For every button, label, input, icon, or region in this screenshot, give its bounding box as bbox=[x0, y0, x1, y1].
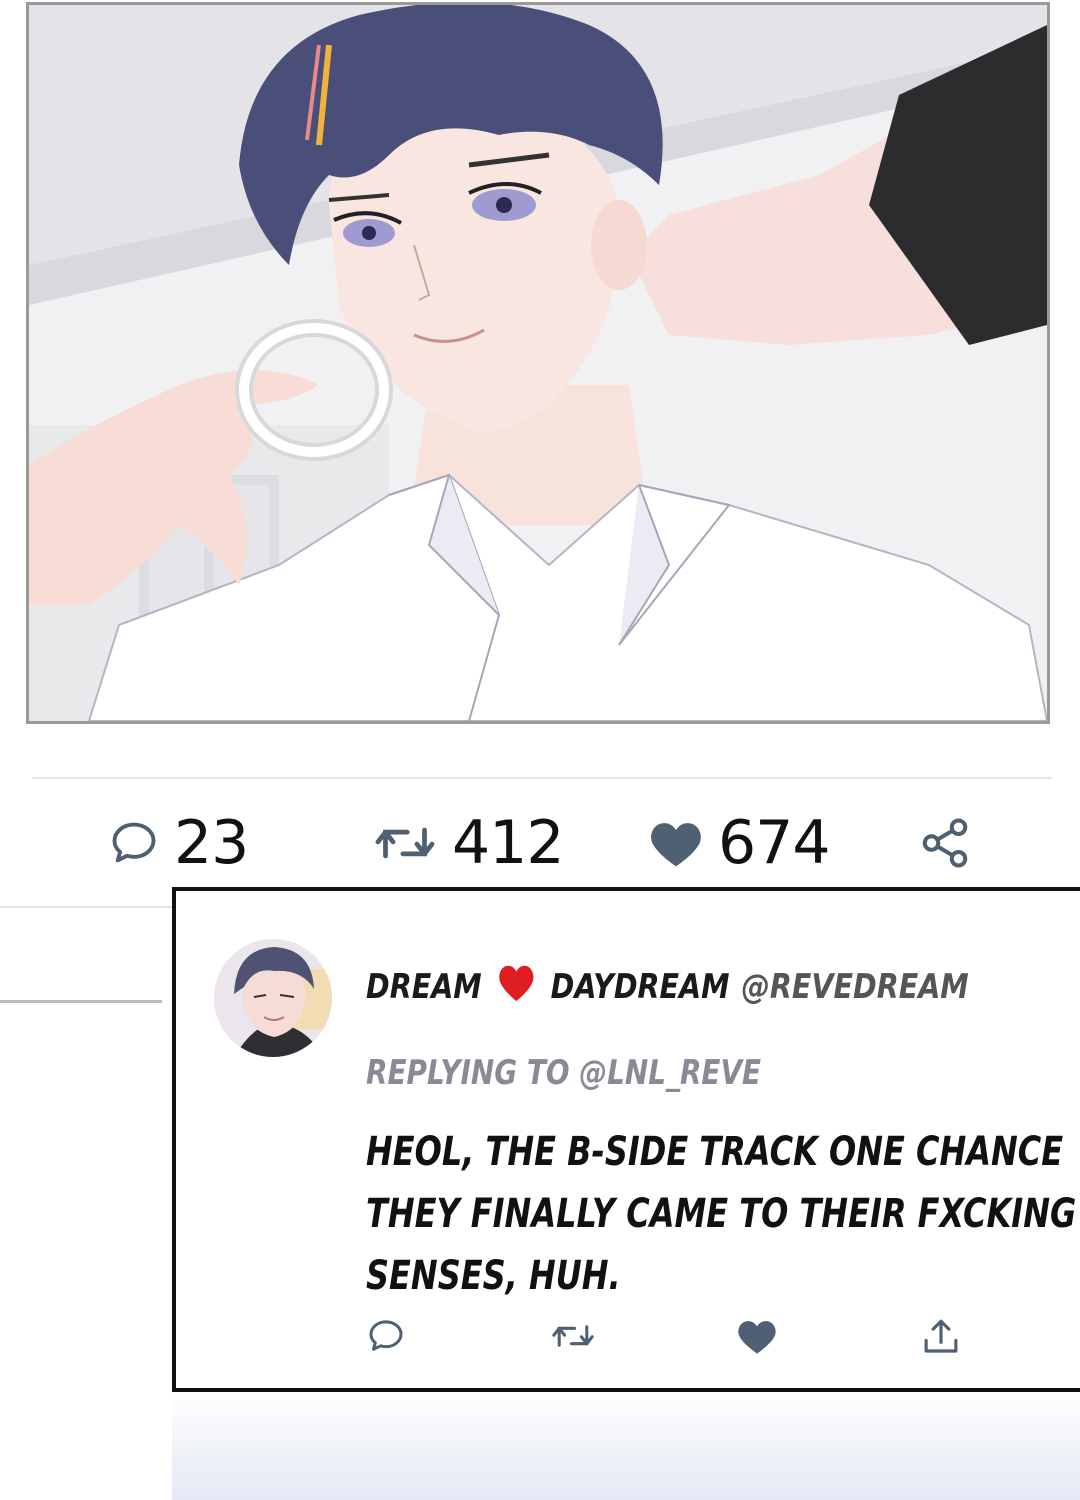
like-stat[interactable]: 674 bbox=[648, 808, 831, 878]
speech-bubble-icon bbox=[112, 822, 156, 863]
reply-like-button[interactable] bbox=[736, 1316, 778, 1360]
retweet-stat[interactable]: 412 bbox=[372, 808, 565, 878]
retweet-icon bbox=[552, 1325, 594, 1347]
comment-stat[interactable]: 23 bbox=[108, 808, 249, 878]
divider bbox=[0, 1000, 162, 1003]
upload-icon bbox=[924, 1319, 958, 1353]
speech-bubble-icon bbox=[369, 1320, 403, 1351]
reply-comment-button[interactable] bbox=[366, 1316, 406, 1360]
heart-icon bbox=[738, 1321, 776, 1354]
avatar-image bbox=[214, 939, 332, 1057]
avatar[interactable] bbox=[214, 939, 332, 1057]
retweet-icon bbox=[375, 827, 435, 859]
tweet-line: HEOL, THE B-SIDE TRACK ONE CHANCE bbox=[366, 1129, 1064, 1175]
reply-tweet-card[interactable]: DREAM DAYDREAM @REVEDREAM REPLYING TO @L… bbox=[172, 887, 1080, 1392]
reply-retweet-button[interactable] bbox=[550, 1316, 596, 1360]
tweet-body: HEOL, THE B-SIDE TRACK ONE CHANCE THEY F… bbox=[366, 1121, 1077, 1307]
user-handle[interactable]: @REVEDREAM bbox=[741, 967, 968, 1007]
share-button[interactable] bbox=[918, 808, 972, 878]
like-count: 674 bbox=[718, 808, 831, 878]
divider bbox=[32, 777, 1052, 779]
heart-icon bbox=[651, 823, 701, 867]
character-illustration bbox=[29, 5, 1047, 721]
illustration-panel bbox=[26, 2, 1050, 724]
red-heart-icon bbox=[497, 961, 536, 1012]
next-panel-fade bbox=[172, 1392, 1080, 1500]
reply-author: DREAM DAYDREAM @REVEDREAM bbox=[366, 961, 969, 1012]
tweet-line: SENSES, HUH. bbox=[366, 1253, 621, 1299]
share-icon bbox=[922, 818, 968, 868]
tweet-line: THEY FINALLY CAME TO THEIR FXCKING bbox=[366, 1191, 1077, 1237]
replying-to: REPLYING TO @LNL_REVE bbox=[366, 1053, 762, 1093]
divider bbox=[0, 906, 174, 908]
display-name: DREAM bbox=[366, 966, 482, 1007]
retweet-count: 412 bbox=[452, 808, 565, 878]
comment-count: 23 bbox=[174, 808, 249, 878]
display-name-suffix: DAYDREAM bbox=[550, 966, 730, 1007]
reply-share-button[interactable] bbox=[920, 1316, 962, 1362]
